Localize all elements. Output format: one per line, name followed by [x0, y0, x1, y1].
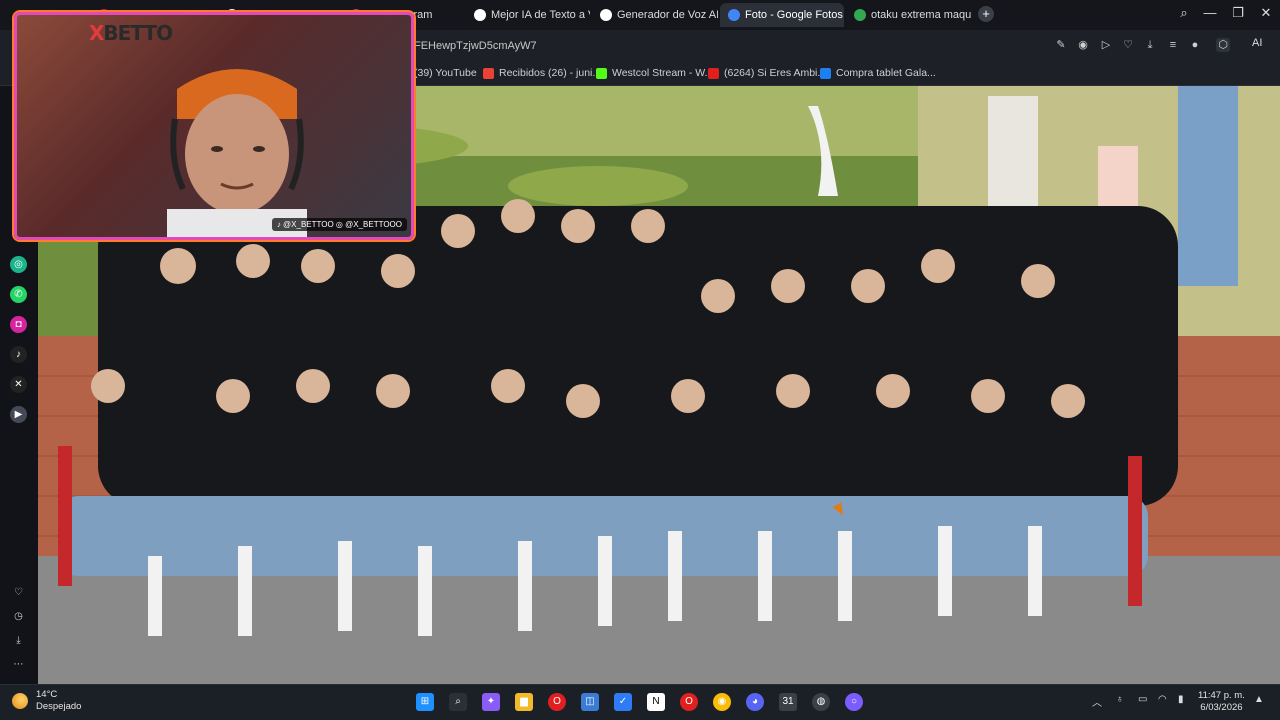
notification-bell-icon[interactable]: ▲ — [1254, 694, 1264, 705]
chevron-up-icon[interactable]: ︿ — [1092, 694, 1102, 709]
logo-suffix: BETTO — [103, 21, 173, 45]
history-icon[interactable]: ◷ — [10, 608, 27, 625]
downloads-icon[interactable]: ⤓ — [10, 632, 27, 649]
site-icon — [474, 9, 486, 21]
weather-widget[interactable]: 14°C Despejado — [12, 689, 81, 713]
instagram-icon[interactable]: ◘ — [10, 316, 27, 333]
bookmark-westcol[interactable]: Westcol Stream - W... — [596, 67, 713, 79]
ai-button[interactable]: AI — [1252, 37, 1262, 49]
clock-date: 6/03/2026 — [1200, 702, 1243, 713]
windows-taskbar: 14°C Despejado ⊞ ⌕ ✦ ▆ O ◫ ✓ N O ◉ ◕ 31 … — [0, 684, 1280, 720]
messenger-icon[interactable]: ◎ — [10, 256, 27, 273]
weather-temp: 14°C — [36, 689, 58, 700]
bookmark-label: (39) YouTube — [414, 67, 477, 79]
x-icon[interactable]: ✕ — [10, 376, 27, 393]
tab-label: Mejor IA de Texto a Voz y — [491, 9, 590, 21]
url-field[interactable]: FEHewpTzjwD5cmAyW7 — [414, 40, 537, 52]
google-photos-icon — [728, 9, 740, 21]
more-icon[interactable]: ⋯ — [10, 656, 27, 673]
camera-icon[interactable]: ◉ — [1076, 38, 1090, 52]
calendar-icon[interactable]: 31 — [779, 693, 797, 711]
clock-time: 11:47 p. m. — [1198, 690, 1245, 701]
system-clock[interactable]: 11:47 p. m. 6/03/2026 — [1198, 690, 1245, 714]
weather-condition: Despejado — [36, 701, 82, 712]
extensions-icon[interactable]: ⬡ — [1216, 38, 1230, 52]
chrome-icon[interactable]: ◉ — [713, 693, 731, 711]
streamer-logo: XBETTO — [89, 21, 173, 45]
weather-text: 14°C Despejado — [36, 689, 81, 713]
microphone-icon[interactable]: ♁ — [1116, 694, 1124, 705]
discord-icon[interactable]: ◕ — [746, 693, 764, 711]
bookmark-gmail[interactable]: Recibidos (26) - juni... — [483, 67, 601, 79]
battery-icon[interactable]: ▮ — [1178, 694, 1184, 705]
minimize-button[interactable]: — — [1200, 5, 1220, 20]
kick-icon — [596, 67, 607, 79]
player-icon[interactable]: ▶ — [10, 406, 27, 423]
opera-gx-icon[interactable]: O — [548, 693, 566, 711]
todo-icon[interactable]: ✓ — [614, 693, 632, 711]
copilot-icon[interactable]: ✦ — [482, 693, 500, 711]
search-tabs-icon[interactable]: ⌕ — [1174, 5, 1194, 21]
bookmark-label: Compra tablet Gala... — [836, 67, 936, 79]
tab-label: Generador de Voz AI Loq — [617, 9, 718, 21]
tab-otaku[interactable]: otaku extrema maquillaje — [846, 3, 972, 27]
bookmark-youtube[interactable]: (39) YouTube — [414, 67, 477, 79]
tab-generador-voz[interactable]: Generador de Voz AI Loq — [592, 3, 718, 27]
file-explorer-icon[interactable]: ▆ — [515, 693, 533, 711]
bookmark-label: Recibidos (26) - juni... — [499, 67, 602, 79]
store-icon[interactable]: ◫ — [581, 693, 599, 711]
site-icon — [600, 9, 612, 21]
heart-icon[interactable]: ♡ — [10, 584, 27, 601]
maximize-button[interactable]: ❐ — [1228, 5, 1248, 21]
tab-label: Foto - Google Fotos — [745, 9, 843, 21]
gmail-icon — [483, 67, 494, 79]
windows-start-icon[interactable]: ⊞ — [416, 693, 434, 711]
download-icon[interactable]: ⤓ — [1143, 38, 1157, 52]
social-handles: ♪ @X_BETTOO ◎ @X_BETTOOO — [271, 218, 407, 231]
bookmark-si-eres[interactable]: (6264) Si Eres Ambi... — [708, 67, 826, 79]
cortana-icon[interactable]: ○ — [845, 693, 863, 711]
youtube-icon — [708, 67, 719, 79]
tab-ia-texto-voz[interactable]: Mejor IA de Texto a Voz y — [466, 3, 590, 27]
whatsapp-icon[interactable]: ✆ — [10, 286, 27, 303]
site-icon — [854, 9, 866, 21]
edit-icon[interactable]: ✎ — [1054, 38, 1068, 52]
bookmark-label: (6264) Si Eres Ambi... — [724, 67, 827, 79]
notion-icon[interactable]: N — [647, 693, 665, 711]
menu-icon[interactable]: ≡ — [1166, 38, 1180, 52]
webcam-overlay: XBETTO ♪ @X_BETTOO ◎ @X_BETTOOO — [14, 12, 414, 240]
tiktok-icon[interactable]: ♪ — [10, 346, 27, 363]
opera-icon[interactable]: O — [680, 693, 698, 711]
new-tab-button[interactable]: + — [978, 6, 994, 22]
bookmark-tablet[interactable]: Compra tablet Gala... — [820, 67, 936, 79]
moon-weather-icon — [12, 693, 28, 709]
streamer-video — [167, 69, 307, 237]
shop-icon — [820, 67, 831, 79]
heart-icon[interactable]: ♡ — [1121, 38, 1135, 52]
tab-label: otaku extrema maquillaje — [871, 9, 972, 21]
wifi-icon[interactable]: ◠ — [1158, 694, 1167, 705]
search-icon[interactable]: ⌕ — [449, 693, 467, 711]
obs-icon[interactable]: ◍ — [812, 693, 830, 711]
display-icon[interactable]: ▭ — [1138, 694, 1147, 705]
bookmark-label: Westcol Stream - W... — [612, 67, 714, 79]
tab-google-fotos[interactable]: Foto - Google Fotos — [720, 3, 844, 27]
profile-icon[interactable]: ● — [1188, 38, 1202, 52]
close-button[interactable]: ✕ — [1256, 5, 1276, 21]
logo-prefix: X — [89, 21, 104, 45]
play-icon[interactable]: ▷ — [1099, 38, 1113, 52]
